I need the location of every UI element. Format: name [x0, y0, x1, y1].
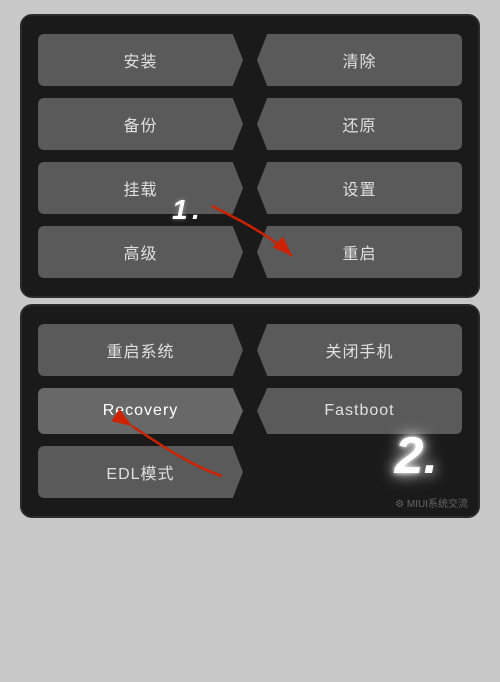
button-grid-1: 安装 清除 备份 还原 挂载 设置 高级 重启: [38, 34, 462, 278]
clear-button[interactable]: 清除: [257, 34, 462, 86]
panel-2: 重启系统 关闭手机 Recovery Fastboot EDL模式 2 . ⚙ …: [20, 304, 480, 518]
panel-1: 安装 清除 备份 还原 挂载 设置 高级 重启 1 .: [20, 14, 480, 298]
settings-button[interactable]: 设置: [257, 162, 462, 214]
install-button[interactable]: 安装: [38, 34, 243, 86]
edl-mode-button[interactable]: EDL模式: [38, 446, 243, 498]
fastboot-button[interactable]: Fastboot: [257, 388, 462, 434]
reboot-button[interactable]: 重启: [257, 226, 462, 278]
recovery-button[interactable]: Recovery: [38, 388, 243, 434]
reboot-system-button[interactable]: 重启系统: [38, 324, 243, 376]
power-off-button[interactable]: 关闭手机: [257, 324, 462, 376]
mount-button[interactable]: 挂载: [38, 162, 243, 214]
advanced-button[interactable]: 高级: [38, 226, 243, 278]
backup-button[interactable]: 备份: [38, 98, 243, 150]
watermark: ⚙ MIUI系统交流: [395, 495, 468, 510]
restore-button[interactable]: 还原: [257, 98, 462, 150]
button-grid-2: 重启系统 关闭手机 Recovery Fastboot EDL模式: [38, 324, 462, 498]
